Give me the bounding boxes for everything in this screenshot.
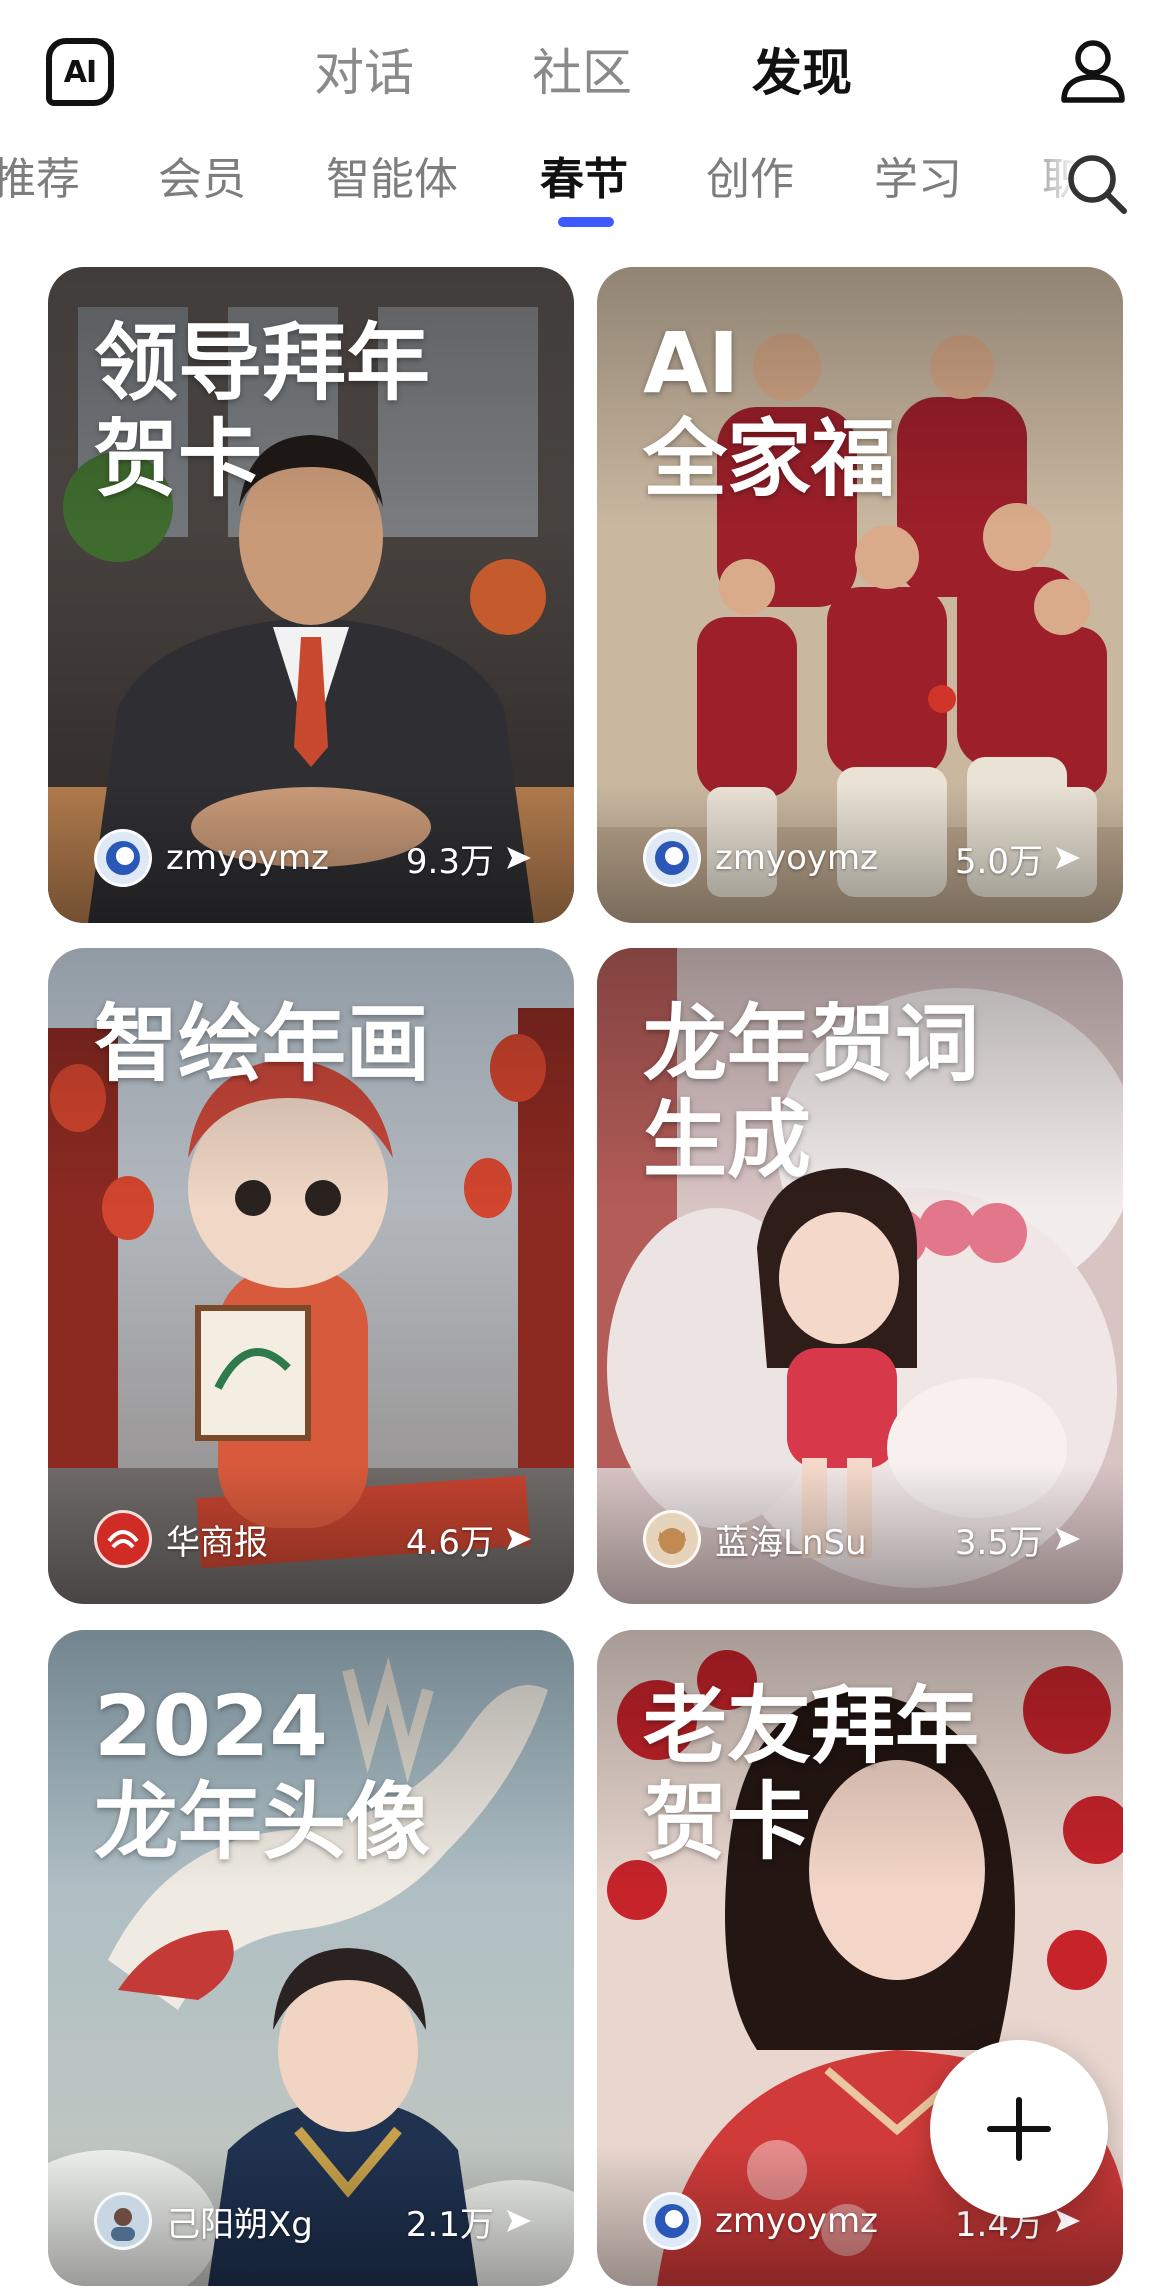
feature-card[interactable]: AI 全家福 zmyoymz 5.0万	[597, 267, 1123, 923]
card-author: zmyoymz	[94, 829, 329, 887]
usage-count: 3.5万	[954, 1522, 1043, 1563]
feature-card[interactable]: 2024 龙年头像 己阳朔Xg 2.1万	[48, 1630, 574, 2286]
card-stats: 3.5万	[955, 1514, 1083, 1564]
feature-card[interactable]: 智绘年画 华商报 4.6万	[48, 948, 574, 1604]
card-title: 龙年贺词 生成	[643, 995, 980, 1189]
avatar	[94, 2192, 152, 2250]
share-arrow-icon	[1056, 1528, 1080, 1550]
feature-card[interactable]: 龙年贺词 生成 蓝海LnSu 3.5万	[597, 948, 1123, 1604]
usage-count: 4.6万	[405, 1522, 494, 1563]
avatar	[643, 1510, 701, 1568]
share-arrow-icon	[507, 1528, 531, 1550]
card-author: 蓝海LnSu	[643, 1510, 867, 1568]
share-arrow-icon	[1056, 2210, 1080, 2232]
card-author: zmyoymz	[643, 829, 878, 887]
plus-icon	[987, 2097, 1051, 2161]
feature-card[interactable]: 领导拜年 贺卡 zmyoymz 9.3万	[48, 267, 574, 923]
avatar	[94, 1510, 152, 1568]
share-arrow-icon	[507, 847, 531, 869]
share-arrow-icon	[1056, 847, 1080, 869]
card-title: AI 全家福	[643, 314, 896, 508]
card-author: 华商报	[94, 1510, 268, 1568]
discover-screen: AI 对话 社区 发现 推荐 会员 智能体 春节 创作 学习 职	[0, 0, 1170, 2289]
card-title: 智绘年画	[94, 995, 431, 1093]
avatar	[94, 829, 152, 887]
add-button[interactable]	[930, 2040, 1108, 2218]
card-author: zmyoymz	[643, 2192, 878, 2250]
author-name: 华商报	[166, 1522, 268, 1563]
usage-count: 9.3万	[405, 841, 494, 882]
usage-count: 2.1万	[405, 2204, 494, 2245]
card-stats: 4.6万	[406, 1514, 534, 1564]
feature-grid: 领导拜年 贺卡 zmyoymz 9.3万 AI 全家福 zmyoymz 5.0万…	[0, 0, 1170, 2289]
author-name: 蓝海LnSu	[715, 1522, 867, 1563]
author-name: zmyoymz	[715, 838, 878, 878]
card-stats: 9.3万	[406, 833, 534, 883]
author-name: zmyoymz	[166, 838, 329, 878]
share-arrow-icon	[507, 2210, 531, 2232]
author-name: zmyoymz	[715, 2201, 878, 2241]
card-stats: 2.1万	[406, 2196, 534, 2246]
card-title: 领导拜年 贺卡	[94, 314, 431, 508]
avatar	[643, 2192, 701, 2250]
card-stats: 5.0万	[955, 833, 1083, 883]
card-author: 己阳朔Xg	[94, 2192, 313, 2250]
usage-count: 5.0万	[954, 841, 1043, 882]
avatar	[643, 829, 701, 887]
author-name: 己阳朔Xg	[166, 2204, 313, 2245]
card-title: 2024 龙年头像	[94, 1677, 431, 1871]
card-title: 老友拜年 贺卡	[643, 1677, 980, 1871]
